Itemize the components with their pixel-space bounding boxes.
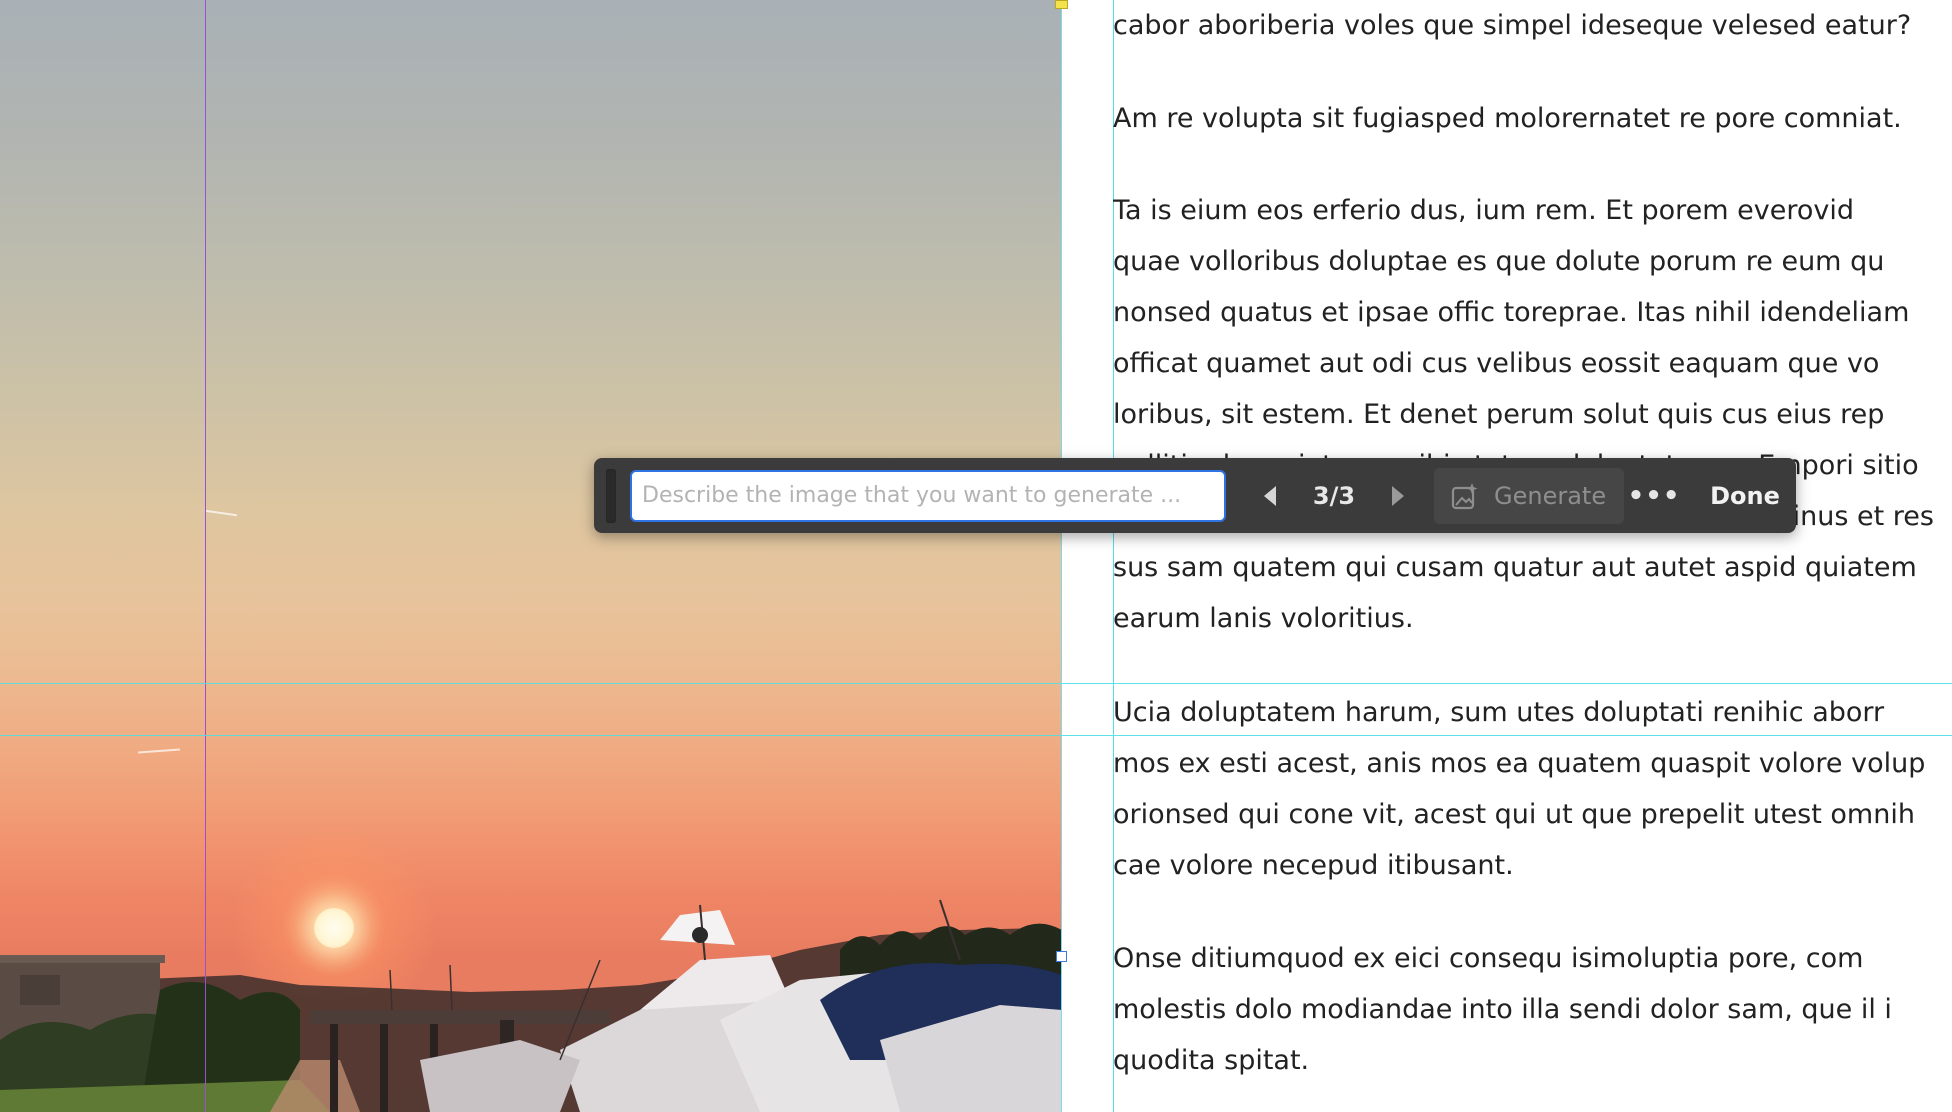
- column-guide: [205, 0, 206, 1112]
- done-button[interactable]: Done: [1694, 468, 1796, 524]
- generate-button[interactable]: Generate: [1434, 467, 1625, 524]
- paragraph: Ucia doluptatem harum, sum utes doluptat…: [1113, 687, 1925, 891]
- text-line: orionsed qui cone vit, acest qui ut que …: [1113, 799, 1915, 830]
- text-line: loribus, sit estem. Et denet perum solut…: [1113, 399, 1885, 430]
- image-frame-edge: [1061, 0, 1062, 1112]
- paragraph: Ta is eium eos erferio dus, ium rem. Et …: [1113, 185, 1934, 644]
- generative-image-toolbar: 3/3 Generate ••• Done: [594, 458, 1796, 533]
- triangle-left-icon: [1264, 485, 1276, 506]
- drag-grip-icon[interactable]: [606, 468, 616, 523]
- text-line: Ucia doluptatem harum, sum utes doluptat…: [1113, 697, 1885, 728]
- text-line: quodita spitat.: [1113, 1045, 1310, 1076]
- paragraph: cabor aboriberia voles que simpel ideseq…: [1113, 0, 1911, 51]
- text-line: mos ex esti acest, anis mos ea quatem qu…: [1113, 748, 1926, 779]
- frame-resize-handle[interactable]: [1056, 951, 1067, 962]
- harbour-scene: [0, 899, 1062, 1112]
- frame-anchor-handle[interactable]: [1055, 0, 1068, 9]
- generate-label: Generate: [1494, 481, 1607, 510]
- body-text-frame[interactable]: cabor aboriberia voles que simpel ideseq…: [1113, 0, 1952, 1112]
- text-line: Am re volupta sit fugiasped molorernatet…: [1113, 103, 1902, 134]
- text-line: Ta is eium eos erferio dus, ium rem. Et …: [1113, 195, 1855, 226]
- text-line: earum lanis voloritius.: [1113, 603, 1414, 634]
- text-line: cae volore necepud itibusant.: [1113, 850, 1514, 881]
- text-line: sus sam quatem qui cusam quatur aut aute…: [1113, 552, 1917, 583]
- done-label: Done: [1710, 481, 1780, 510]
- text-line: molestis dolo modiandae into illa sendi …: [1113, 994, 1892, 1025]
- image-prompt-input[interactable]: [630, 469, 1226, 522]
- variation-counter: 3/3: [1312, 481, 1356, 510]
- generate-image-icon: [1451, 482, 1478, 509]
- text-line: quae volloribus doluptae es que dolute p…: [1113, 246, 1885, 277]
- paragraph: Am re volupta sit fugiasped molorernatet…: [1113, 93, 1902, 144]
- previous-variation-button[interactable]: [1248, 470, 1292, 522]
- text-line: cabor aboriberia voles que simpel ideseq…: [1113, 10, 1912, 41]
- more-options-icon: •••: [1627, 480, 1681, 511]
- text-line: Onse ditiumquod ex eici consequ isimolup…: [1113, 943, 1864, 974]
- text-line: officat quamet aut odi cus velibus eossi…: [1113, 348, 1880, 379]
- next-variation-button[interactable]: [1376, 470, 1420, 522]
- paragraph: Onse ditiumquod ex eici consequ isimolup…: [1113, 933, 1892, 1086]
- triangle-right-icon: [1392, 485, 1404, 506]
- text-line: nonsed quatus et ipsae offic toreprae. I…: [1113, 297, 1910, 328]
- generated-image-frame[interactable]: [0, 0, 1062, 1112]
- more-options-button[interactable]: •••: [1624, 468, 1684, 524]
